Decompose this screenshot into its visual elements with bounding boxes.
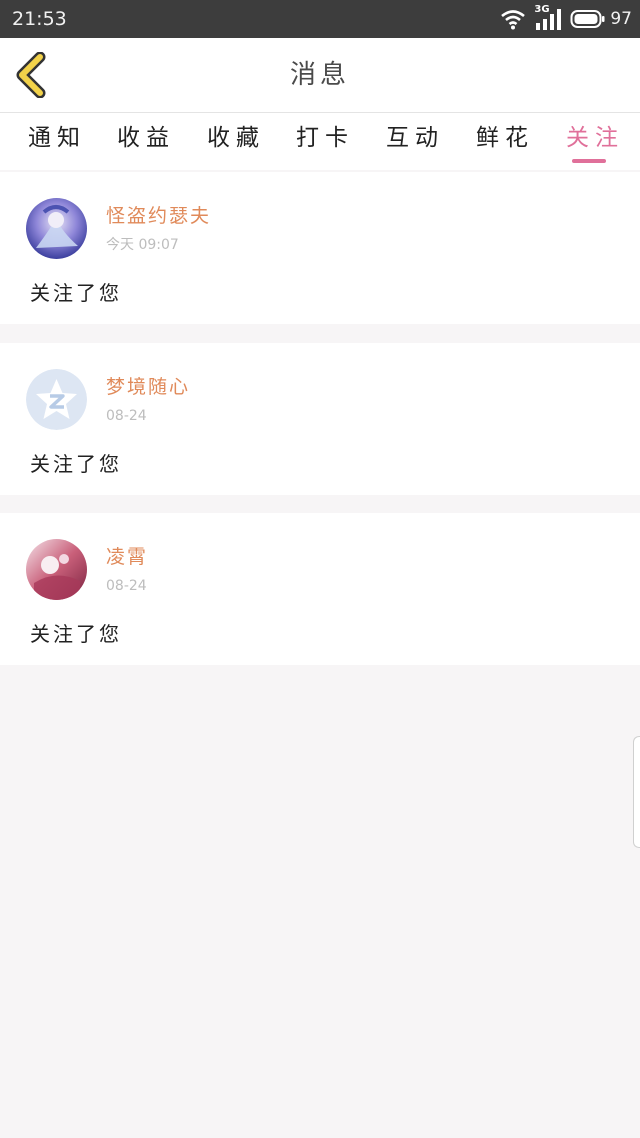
active-tab-indicator <box>572 159 606 163</box>
avatar[interactable] <box>26 198 87 259</box>
tab-bar: 通知 收益 收藏 打卡 互动 鲜花 关注 <box>0 113 640 170</box>
status-bar: 21:53 3G 97 <box>0 0 640 38</box>
signal-icon: 3G <box>534 4 562 31</box>
tab-notifications[interactable]: 通知 <box>28 123 86 153</box>
avatar[interactable] <box>26 539 87 600</box>
message-text: 关注了您 <box>30 452 122 476</box>
tab-checkin[interactable]: 打卡 <box>296 123 354 153</box>
username[interactable]: 凌霄 <box>106 545 148 569</box>
network-type: 3G <box>534 4 550 15</box>
status-icons: 3G 97 <box>500 4 632 33</box>
status-time: 21:53 <box>12 8 67 30</box>
tab-earnings[interactable]: 收益 <box>117 123 175 153</box>
header: 消息 <box>0 38 640 113</box>
wifi-icon <box>500 8 526 30</box>
timestamp: 今天 09:07 <box>106 237 179 253</box>
scroll-handle[interactable] <box>633 736 640 848</box>
timestamp: 08-24 <box>106 408 147 424</box>
tab-following[interactable]: 关注 <box>566 123 624 153</box>
list-item[interactable]: 凌霄 08-24 关注了您 <box>0 513 640 665</box>
tab-flowers[interactable]: 鲜花 <box>476 123 534 153</box>
battery-level: 97 <box>610 9 632 29</box>
page-title: 消息 <box>289 60 350 90</box>
battery-icon <box>570 9 606 29</box>
message-text: 关注了您 <box>30 281 122 305</box>
message-text: 关注了您 <box>30 622 122 646</box>
tab-interactions[interactable]: 互动 <box>386 123 444 153</box>
list-item[interactable]: 怪盗约瑟夫 今天 09:07 关注了您 <box>0 172 640 324</box>
timestamp: 08-24 <box>106 578 147 594</box>
list-item[interactable]: 梦境随心 08-24 关注了您 <box>0 343 640 495</box>
avatar[interactable] <box>26 369 87 430</box>
username[interactable]: 怪盗约瑟夫 <box>106 204 211 228</box>
username[interactable]: 梦境随心 <box>106 375 190 399</box>
tab-favorites[interactable]: 收藏 <box>207 123 265 153</box>
